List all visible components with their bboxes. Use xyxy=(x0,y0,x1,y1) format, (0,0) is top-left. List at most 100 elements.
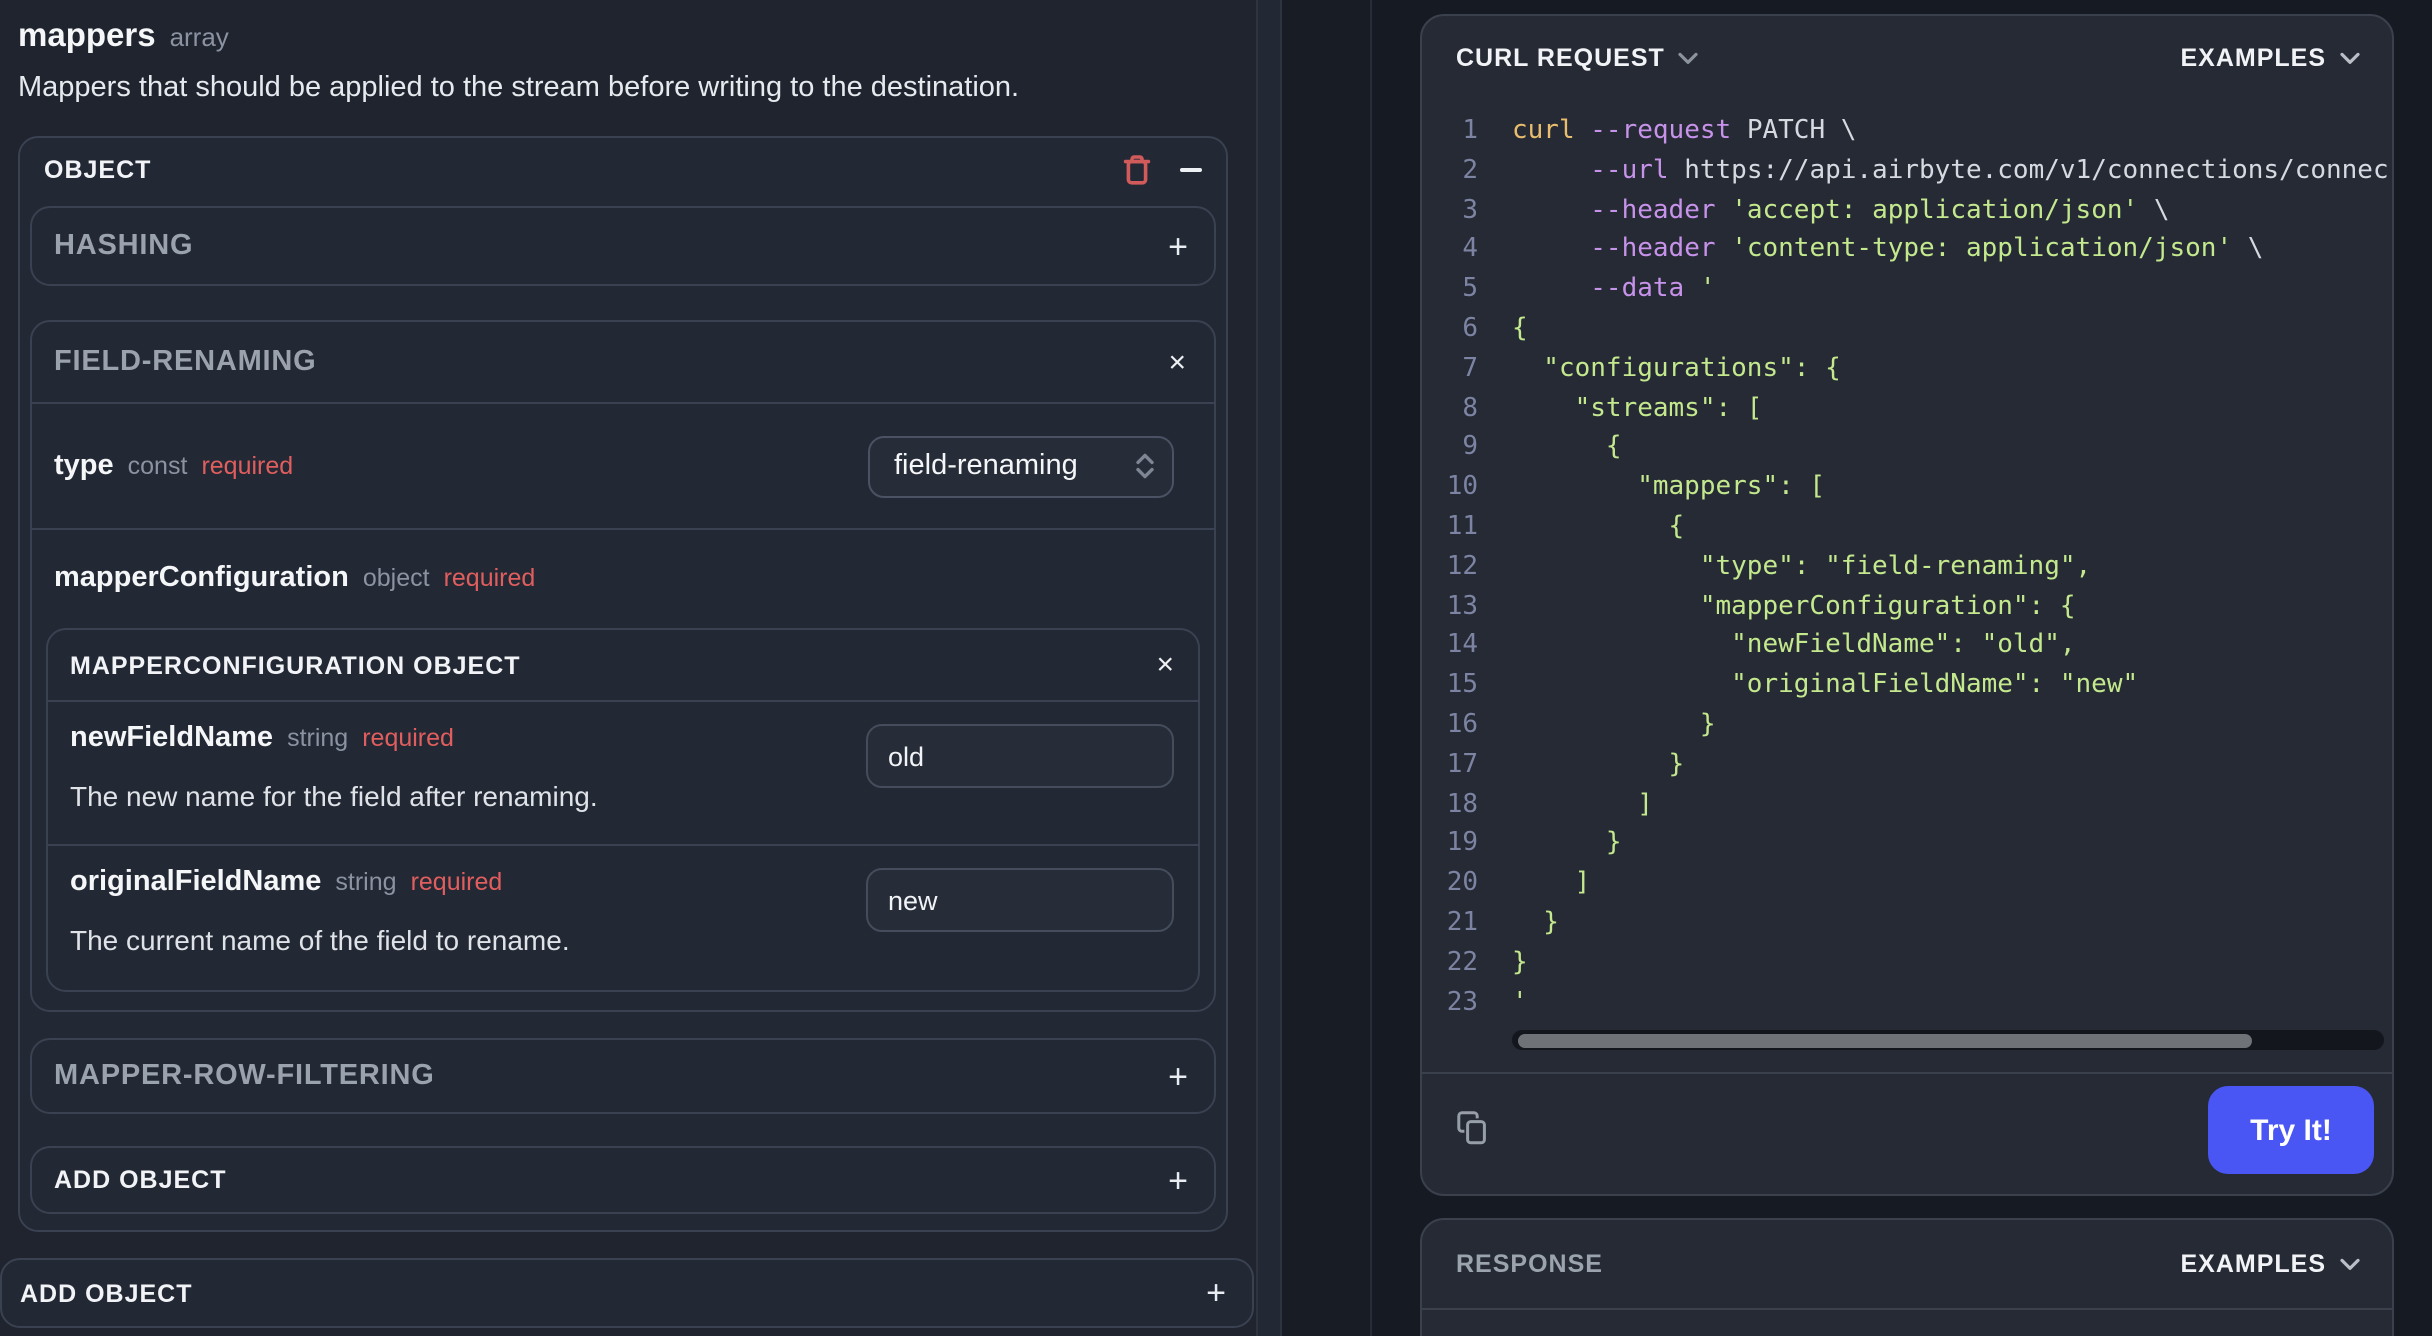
response-examples-dropdown[interactable]: EXAMPLES xyxy=(2180,1250,2360,1278)
originalfieldname-row: originalFieldName string required The cu… xyxy=(48,846,1198,992)
code-line: 10 "mappers": [ xyxy=(1422,468,2390,508)
chevron-down-icon[interactable] xyxy=(1679,51,1699,65)
collapse-object-button[interactable] xyxy=(1180,167,1202,171)
newfieldname-name: newFieldName xyxy=(70,722,274,754)
code-text: "mapperConfiguration": { xyxy=(1512,591,2076,622)
originalfieldname-required: required xyxy=(410,868,503,896)
line-number: 16 xyxy=(1446,709,1478,740)
code-line: 14 "newFieldName": "old", xyxy=(1422,627,2390,667)
property-type-badge: array xyxy=(169,22,229,52)
field-renaming-header: FIELD-RENAMING × xyxy=(32,322,1214,404)
delete-object-button[interactable] xyxy=(1122,153,1152,185)
code-line: 12 "type": "field-renaming", xyxy=(1422,548,2390,588)
copy-icon xyxy=(1457,1111,1486,1145)
code-line: 4 --header 'content-type: application/js… xyxy=(1422,231,2390,271)
line-number: 23 xyxy=(1446,987,1478,1018)
code-line: 2 --url https://api.airbyte.com/v1/conne… xyxy=(1422,152,2390,192)
code-text: } xyxy=(1512,947,1528,978)
code-block: 1 curl --request PATCH \ 2 --url https://a… xyxy=(1422,112,2390,1028)
response-panel: RESPONSE EXAMPLES xyxy=(1420,1218,2394,1336)
property-name: mappers xyxy=(18,18,156,54)
code-line: 3 --header 'accept: application/json' \ xyxy=(1422,191,2390,231)
code-line: 23 ' xyxy=(1422,983,2390,1023)
close-icon[interactable]: × xyxy=(1168,347,1186,377)
code-text: { xyxy=(1512,313,1528,344)
code-line: 9 { xyxy=(1422,429,2390,469)
type-field-name: type xyxy=(54,450,114,482)
code-line: 17 } xyxy=(1422,746,2390,786)
mapper-configuration-name: mapperConfiguration xyxy=(54,562,349,594)
code-text: ] xyxy=(1512,868,1591,899)
code-text: --url https://api.airbyte.com/v1/connect… xyxy=(1590,155,2390,186)
line-number: 15 xyxy=(1446,670,1478,701)
newfieldname-input[interactable] xyxy=(866,724,1174,788)
mapperconfiguration-card: MAPPERCONFIGURATION OBJECT × newFieldNam… xyxy=(46,628,1200,992)
code-line: 11 { xyxy=(1422,508,2390,548)
column-scrollbar-gutter[interactable] xyxy=(1256,0,1282,1336)
select-stepper-icon xyxy=(1136,453,1154,479)
property-description: Mappers that should be applied to the st… xyxy=(18,72,1020,104)
curl-request-title[interactable]: CURL REQUEST xyxy=(1456,44,1665,72)
newfieldname-kind: string xyxy=(287,724,349,752)
type-row: type const required field-renaming xyxy=(32,404,1214,530)
code-text: curl --request PATCH \ xyxy=(1512,116,1857,146)
curl-request-footer: Try It! xyxy=(1422,1072,2392,1194)
object-card: OBJECT HASHING + FIELD-RENAMING × type c… xyxy=(18,136,1228,1232)
code-line: 20 ] xyxy=(1422,864,2390,904)
plus-icon[interactable]: + xyxy=(1168,229,1188,263)
code-line: 8 "streams": [ xyxy=(1422,389,2390,429)
try-it-button[interactable]: Try It! xyxy=(2208,1086,2374,1174)
code-text: "type": "field-renaming", xyxy=(1512,551,2092,582)
code-line: 21 } xyxy=(1422,904,2390,944)
line-number: 13 xyxy=(1446,591,1478,622)
copy-button[interactable] xyxy=(1456,1110,1490,1156)
object-card-title: OBJECT xyxy=(44,155,152,183)
examples-dropdown[interactable]: EXAMPLES xyxy=(2180,44,2360,72)
code-line: 19 } xyxy=(1422,825,2390,865)
add-object-inner-button[interactable]: ADD OBJECT + xyxy=(30,1146,1216,1214)
code-text: --data ' xyxy=(1590,274,1716,305)
code-line: 18 ] xyxy=(1422,785,2390,825)
plus-icon: + xyxy=(1206,1274,1226,1312)
line-number: 22 xyxy=(1446,947,1478,978)
curl-request-header: CURL REQUEST EXAMPLES xyxy=(1422,16,2392,72)
newfieldname-required: required xyxy=(362,724,454,752)
originalfieldname-kind: string xyxy=(335,868,397,896)
field-renaming-title: FIELD-RENAMING xyxy=(54,346,317,378)
mapper-row-filtering-row[interactable]: MAPPER-ROW-FILTERING + xyxy=(30,1038,1216,1114)
code-text: "configurations": { xyxy=(1512,353,1841,384)
code-line: 13 "mapperConfiguration": { xyxy=(1422,587,2390,627)
line-number: 17 xyxy=(1446,749,1478,780)
code-text: { xyxy=(1512,511,1685,542)
code-samples-column: CURL REQUEST EXAMPLES 1 curl --request PA… xyxy=(1372,0,2432,1336)
hashing-section-row[interactable]: HASHING + xyxy=(30,206,1216,286)
code-text: "streams": [ xyxy=(1512,393,1763,424)
line-number: 12 xyxy=(1446,551,1478,582)
horizontal-scrollbar-thumb[interactable] xyxy=(1518,1033,2252,1047)
plus-icon[interactable]: + xyxy=(1168,1059,1188,1093)
code-text: } xyxy=(1512,749,1685,780)
code-text: --header 'accept: application/json' \ xyxy=(1590,195,2170,226)
code-text: ' xyxy=(1512,987,1528,1018)
type-field-kind: const xyxy=(127,452,188,480)
code-line: 6{ xyxy=(1422,310,2390,350)
mapperconfiguration-title: MAPPERCONFIGURATION OBJECT xyxy=(70,651,521,679)
hashing-section-title: HASHING xyxy=(54,230,194,262)
add-object-bottom-button[interactable]: ADD OBJECT + xyxy=(0,1258,1254,1328)
originalfieldname-input[interactable] xyxy=(866,868,1174,932)
property-heading: mappers array xyxy=(18,18,229,56)
close-icon[interactable]: × xyxy=(1156,650,1174,680)
add-object-bottom-label: ADD OBJECT xyxy=(20,1279,193,1307)
code-line: 5 --data ' xyxy=(1422,270,2390,310)
code-text: --header 'content-type: application/json… xyxy=(1590,234,2264,265)
type-select[interactable]: field-renaming xyxy=(868,435,1174,497)
originalfieldname-name: originalFieldName xyxy=(70,866,322,898)
line-number: 1 xyxy=(1462,116,1478,146)
mapper-configuration-row: mapperConfiguration object required xyxy=(54,562,1214,602)
column-divider xyxy=(1282,0,1372,1336)
code-line: 1 curl --request PATCH \ xyxy=(1422,112,2390,152)
code-text: ] xyxy=(1512,789,1653,820)
chevron-down-icon xyxy=(2340,1257,2360,1271)
horizontal-scrollbar xyxy=(1512,1030,2384,1050)
code-line: 22} xyxy=(1422,943,2390,983)
